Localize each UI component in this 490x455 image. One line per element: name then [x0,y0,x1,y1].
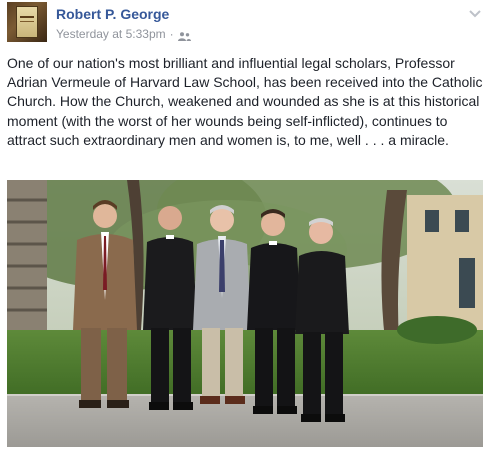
post-photo[interactable] [7,180,483,447]
author-name-link[interactable]: Robert P. George [56,6,169,22]
friends-icon[interactable] [177,30,191,41]
group-photo-illustration [7,180,483,447]
chevron-down-icon[interactable] [468,6,482,18]
post-timestamp-link[interactable]: Yesterday at 5:33pm [56,27,166,41]
post-meta: Yesterday at 5:33pm · [56,27,191,41]
book-cover-image [16,6,38,38]
facebook-post: Robert P. George Yesterday at 5:33pm · O… [0,0,490,455]
author-avatar[interactable] [7,2,47,42]
post-body-text: One of our nation's most brilliant and i… [7,55,483,148]
meta-separator: · [169,27,174,41]
